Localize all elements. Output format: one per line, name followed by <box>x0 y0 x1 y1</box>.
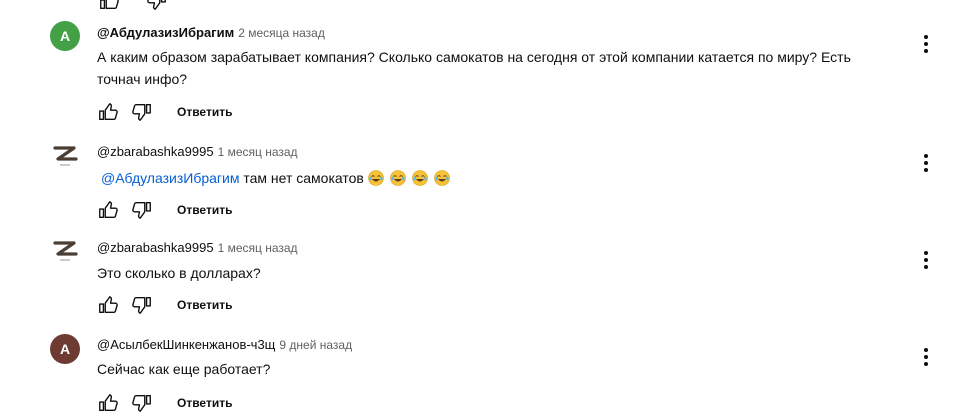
joy-emoji-icon <box>433 170 450 186</box>
joy-emoji-icon <box>389 170 406 186</box>
thumb-up-icon[interactable] <box>95 99 121 125</box>
comment-body: там нет самокатов <box>243 170 364 186</box>
thumb-down-icon[interactable] <box>129 197 155 223</box>
comment-time[interactable]: 9 дней назад <box>279 338 352 352</box>
more-vert-icon[interactable] <box>914 345 938 369</box>
comment-author[interactable]: @zbarabashka9995 <box>97 144 214 159</box>
comment-header: @zbarabashka9995 1 месяц назад <box>97 240 298 255</box>
thumb-up-icon[interactable] <box>95 292 121 318</box>
comment-time[interactable]: 1 месяц назад <box>218 145 298 159</box>
reply-button[interactable]: Ответить <box>177 298 232 312</box>
thumb-up-icon[interactable] <box>96 0 122 14</box>
comment-header: @АбдулазизИбрагим 2 месяца назад <box>97 25 325 40</box>
comment-text: @АбдулазизИбрагим там нет самокатов <box>101 167 901 189</box>
comment-author[interactable]: @zbarabashka9995 <box>97 240 214 255</box>
comment-actions: Ответить <box>95 292 232 318</box>
previous-comment-actions <box>96 0 178 14</box>
joy-emoji-icon <box>367 170 384 186</box>
comment-text: Это сколько в долларах? <box>97 265 261 281</box>
comment-time[interactable]: 1 месяц назад <box>218 241 298 255</box>
avatar[interactable]: A <box>50 334 80 364</box>
z-logo-icon <box>53 146 78 166</box>
thumb-up-icon[interactable] <box>95 390 121 416</box>
thumb-down-icon[interactable] <box>129 292 155 318</box>
comment-text: А каким образом зарабатывает компания? С… <box>97 49 851 87</box>
joy-emoji-icon <box>411 170 428 186</box>
more-vert-icon[interactable] <box>914 151 938 175</box>
comment-text: Сейчас как еще работает? <box>97 361 271 377</box>
comment-author[interactable]: @АсылбекШинкенжанов-ч3щ <box>97 337 275 352</box>
avatar-letter: A <box>59 28 71 44</box>
more-vert-icon[interactable] <box>914 32 938 56</box>
thumb-up-icon[interactable] <box>95 197 121 223</box>
avatar[interactable] <box>50 140 80 170</box>
reply-button[interactable]: Ответить <box>177 396 232 410</box>
mention-link[interactable]: @АбдулазизИбрагим <box>101 170 239 186</box>
z-logo-icon <box>53 241 78 261</box>
comment-time[interactable]: 2 месяца назад <box>238 26 325 40</box>
avatar-letter: A <box>59 341 71 357</box>
emoji-group <box>367 170 456 186</box>
reply-button[interactable]: Ответить <box>177 203 232 217</box>
thumb-down-icon[interactable] <box>144 0 170 14</box>
comment-header: @АсылбекШинкенжанов-ч3щ 9 дней назад <box>97 337 352 352</box>
thumb-down-icon[interactable] <box>129 390 155 416</box>
comment-actions: Ответить <box>95 99 232 125</box>
reply-button[interactable]: Ответить <box>177 105 232 119</box>
more-vert-icon[interactable] <box>914 248 938 272</box>
comment-author[interactable]: @АбдулазизИбрагим <box>97 25 234 40</box>
thumb-down-icon[interactable] <box>129 99 155 125</box>
avatar[interactable]: A <box>50 21 80 51</box>
avatar[interactable] <box>50 235 80 265</box>
comment-actions: Ответить <box>95 390 232 416</box>
comment-actions: Ответить <box>95 197 232 223</box>
comment-header: @zbarabashka9995 1 месяц назад <box>97 144 298 159</box>
